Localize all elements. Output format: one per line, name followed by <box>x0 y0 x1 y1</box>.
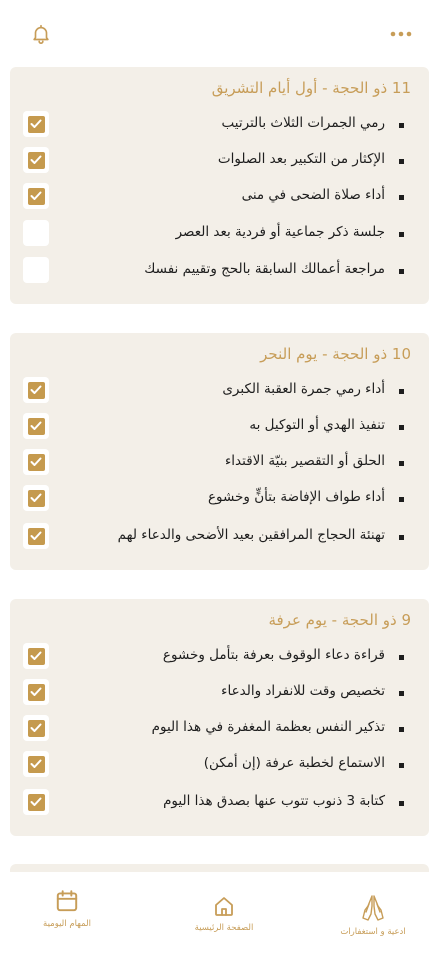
bullet-icon <box>399 727 404 732</box>
task-checkbox[interactable] <box>23 377 49 403</box>
task-row: أداء صلاة الضحى في منى <box>10 183 429 211</box>
section-card: 9 ذو الحجة - يوم عرفة قراءة دعاء الوقوف ب… <box>10 599 429 836</box>
task-label: جلسة ذكر جماعية أو فردية بعد العصر <box>175 224 385 240</box>
task-row: تهنئة الحجاج المرافقين بعيد الأضحى والدع… <box>10 523 429 551</box>
nav-home[interactable]: الصفحة الرئيسية <box>164 894 284 933</box>
task-label: الاستماع لخطبة عرفة (إن أمكن) <box>203 755 385 771</box>
bullet-icon <box>399 691 404 696</box>
section-title: 9 ذو الحجة - يوم عرفة <box>268 611 411 629</box>
bell-icon[interactable] <box>27 20 55 48</box>
praying-hands-icon <box>362 895 384 921</box>
calendar-icon <box>56 890 78 912</box>
task-checkbox[interactable] <box>23 220 49 246</box>
task-label: مراجعة أعمالك السابقة بالحج وتقييم نفسك <box>144 261 385 277</box>
checkmark-icon <box>27 527 45 545</box>
task-checkbox[interactable] <box>23 643 49 669</box>
checkmark-icon <box>27 793 45 811</box>
top-bar <box>0 0 440 68</box>
task-row: جلسة ذكر جماعية أو فردية بعد العصر <box>10 220 429 248</box>
checkmark-icon <box>27 381 45 399</box>
task-label: تخصيص وقت للانفراد والدعاء <box>221 683 385 699</box>
bullet-icon <box>399 269 404 274</box>
task-row: قراءة دعاء الوقوف بعرفة بتأمل وخشوع <box>10 643 429 671</box>
checkmark-icon <box>27 719 45 737</box>
task-checkbox[interactable] <box>23 413 49 439</box>
checkmark-icon <box>27 187 45 205</box>
bullet-icon <box>399 497 404 502</box>
checkmark-icon <box>27 453 45 471</box>
task-label: تهنئة الحجاج المرافقين بعيد الأضحى والدع… <box>117 527 385 543</box>
task-label: كتابة 3 ذنوب تتوب عنها بصدق هذا اليوم <box>163 793 385 809</box>
checkmark-icon <box>27 115 45 133</box>
task-label: الحلق أو التقصير بنيّة الاقتداء <box>224 453 385 469</box>
task-checkbox[interactable] <box>23 789 49 815</box>
bullet-icon <box>399 123 404 128</box>
checkmark-icon <box>27 647 45 665</box>
task-label: تنفيذ الهدي أو التوكيل به <box>249 417 385 433</box>
task-checkbox[interactable] <box>23 257 49 283</box>
task-label: أداء صلاة الضحى في منى <box>241 187 385 203</box>
task-checkbox[interactable] <box>23 715 49 741</box>
bottom-navigation: المهام اليومية الصفحة الرئيسية ادعية و ا… <box>0 872 440 956</box>
task-row: رمي الجمرات الثلاث بالترتيب <box>10 111 429 139</box>
section-title: 11 ذو الحجة - أول أيام التشريق <box>211 79 411 97</box>
task-checkbox[interactable] <box>23 485 49 511</box>
task-row: مراجعة أعمالك السابقة بالحج وتقييم نفسك <box>10 257 429 285</box>
more-dots-icon[interactable] <box>387 20 415 48</box>
checkmark-icon <box>27 683 45 701</box>
task-row: تخصيص وقت للانفراد والدعاء <box>10 679 429 707</box>
task-checkbox[interactable] <box>23 183 49 209</box>
task-checkbox[interactable] <box>23 751 49 777</box>
task-row: أداء طواف الإفاضة بتأنٍّ وخشوع <box>10 485 429 513</box>
nav-label-daily-tasks: المهام اليومية <box>43 919 91 929</box>
task-row: الاستماع لخطبة عرفة (إن أمكن) <box>10 751 429 779</box>
home-icon <box>215 897 233 916</box>
nav-label-duas: ادعية و استغفارات <box>340 927 406 937</box>
bullet-icon <box>399 159 404 164</box>
bullet-icon <box>399 195 404 200</box>
task-row: تنفيذ الهدي أو التوكيل به <box>10 413 429 441</box>
task-label: تذكير النفس بعظمة المغفرة في هذا اليوم <box>151 719 385 735</box>
section-title: 10 ذو الحجة - يوم النحر <box>260 345 411 363</box>
bullet-icon <box>399 461 404 466</box>
checkmark-icon <box>27 755 45 773</box>
task-label: أداء طواف الإفاضة بتأنٍّ وخشوع <box>207 489 385 505</box>
bullet-icon <box>399 801 404 806</box>
task-row: الحلق أو التقصير بنيّة الاقتداء <box>10 449 429 477</box>
bullet-icon <box>399 763 404 768</box>
task-checkbox[interactable] <box>23 147 49 173</box>
task-row: تذكير النفس بعظمة المغفرة في هذا اليوم <box>10 715 429 743</box>
bullet-icon <box>399 535 404 540</box>
bullet-icon <box>399 232 404 237</box>
task-label: أداء رمي جمرة العقبة الكبرى <box>222 381 385 397</box>
task-label: رمي الجمرات الثلاث بالترتيب <box>221 115 385 131</box>
section-card: 11 ذو الحجة - أول أيام التشريق رمي الجمرا… <box>10 67 429 304</box>
checkmark-icon <box>27 151 45 169</box>
task-checkbox[interactable] <box>23 679 49 705</box>
bullet-icon <box>399 425 404 430</box>
bullet-icon <box>399 655 404 660</box>
task-row: أداء رمي جمرة العقبة الكبرى <box>10 377 429 405</box>
section-card: 10 ذو الحجة - يوم النحر أداء رمي جمرة الع… <box>10 333 429 570</box>
task-row: الإكثار من التكبير بعد الصلوات <box>10 147 429 175</box>
nav-daily-tasks[interactable]: المهام اليومية <box>7 888 127 929</box>
task-checkbox[interactable] <box>23 111 49 137</box>
bullet-icon <box>399 389 404 394</box>
nav-label-home: الصفحة الرئيسية <box>194 923 254 933</box>
task-checkbox[interactable] <box>23 523 49 549</box>
task-checkbox[interactable] <box>23 449 49 475</box>
task-row: كتابة 3 ذنوب تتوب عنها بصدق هذا اليوم <box>10 789 429 817</box>
task-label: قراءة دعاء الوقوف بعرفة بتأمل وخشوع <box>162 647 385 663</box>
checkmark-icon <box>27 489 45 507</box>
task-label: الإكثار من التكبير بعد الصلوات <box>217 151 385 167</box>
nav-duas[interactable]: ادعية و استغفارات <box>313 892 433 937</box>
checkmark-icon <box>27 417 45 435</box>
